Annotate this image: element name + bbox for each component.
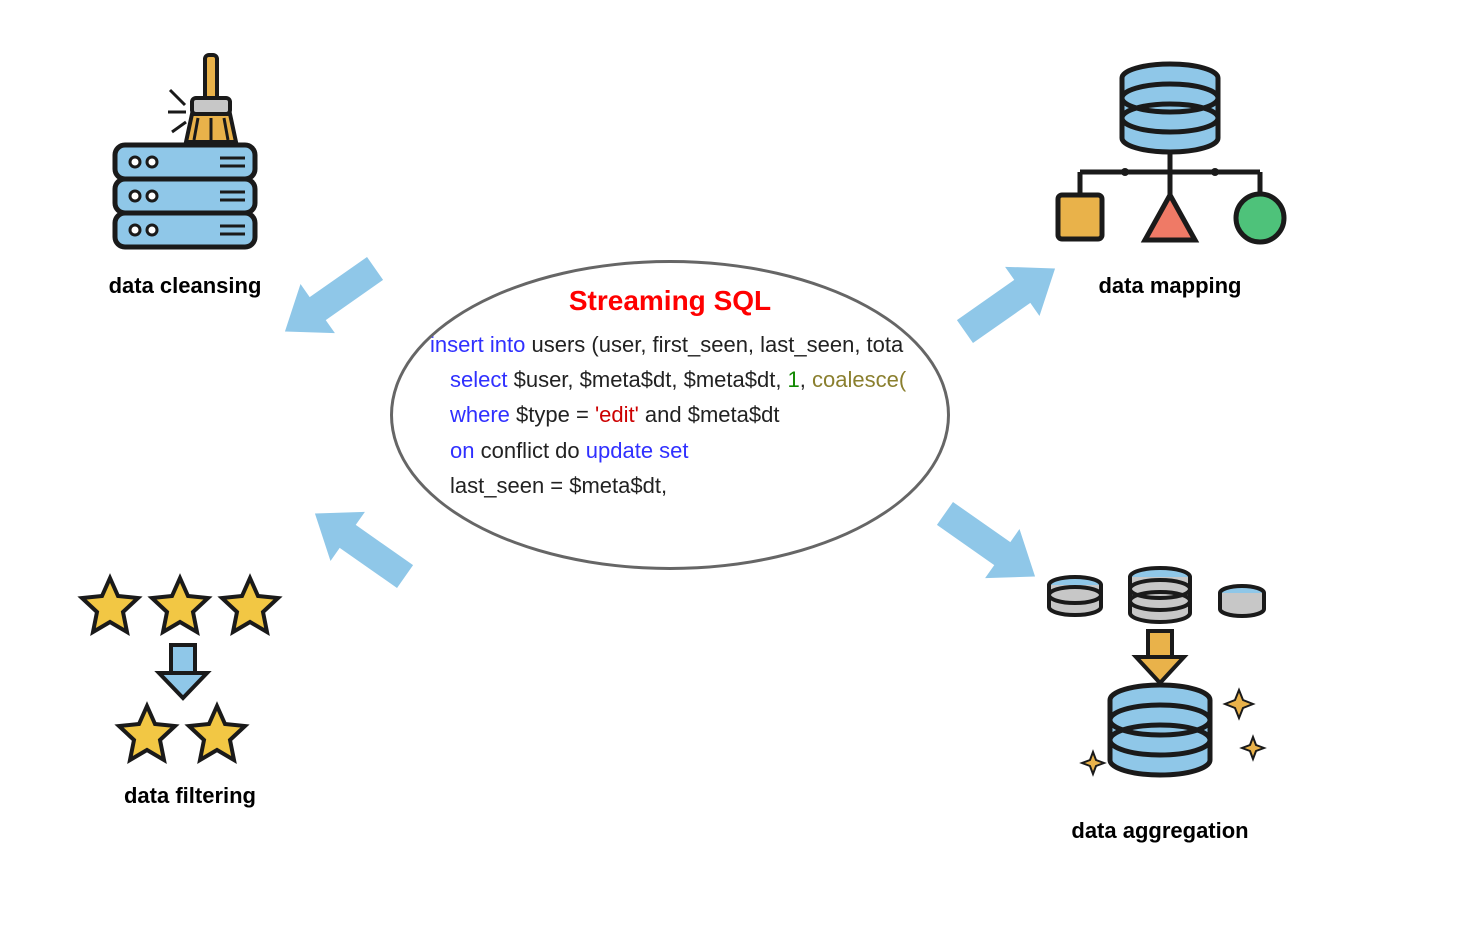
code-line-5: last_seen = $meta$dt, [430, 468, 910, 503]
data-aggregation-icon [1020, 565, 1300, 805]
center-title: Streaming SQL [569, 285, 771, 317]
node-data-mapping: data mapping [1030, 60, 1310, 299]
data-cleansing-icon [100, 50, 270, 260]
data-aggregation-label: data aggregation [1010, 818, 1310, 844]
node-data-filtering: data filtering [60, 570, 320, 809]
code-line-4: on conflict do update set [430, 433, 910, 468]
data-filtering-label: data filtering [60, 783, 320, 809]
node-data-cleansing: data cleansing [75, 50, 295, 299]
data-cleansing-label: data cleansing [75, 273, 295, 299]
node-data-aggregation: data aggregation [1010, 565, 1310, 844]
code-line-1: insert into users (user, first_seen, las… [430, 327, 910, 362]
center-ellipse: Streaming SQL insert into users (user, f… [390, 260, 950, 570]
code-line-3: where $type = 'edit' and $meta$dt [430, 397, 910, 432]
data-filtering-icon [75, 570, 305, 770]
data-mapping-icon [1040, 60, 1300, 260]
code-line-2: select $user, $meta$dt, $meta$dt, 1, coa… [430, 362, 910, 397]
data-mapping-label: data mapping [1030, 273, 1310, 299]
